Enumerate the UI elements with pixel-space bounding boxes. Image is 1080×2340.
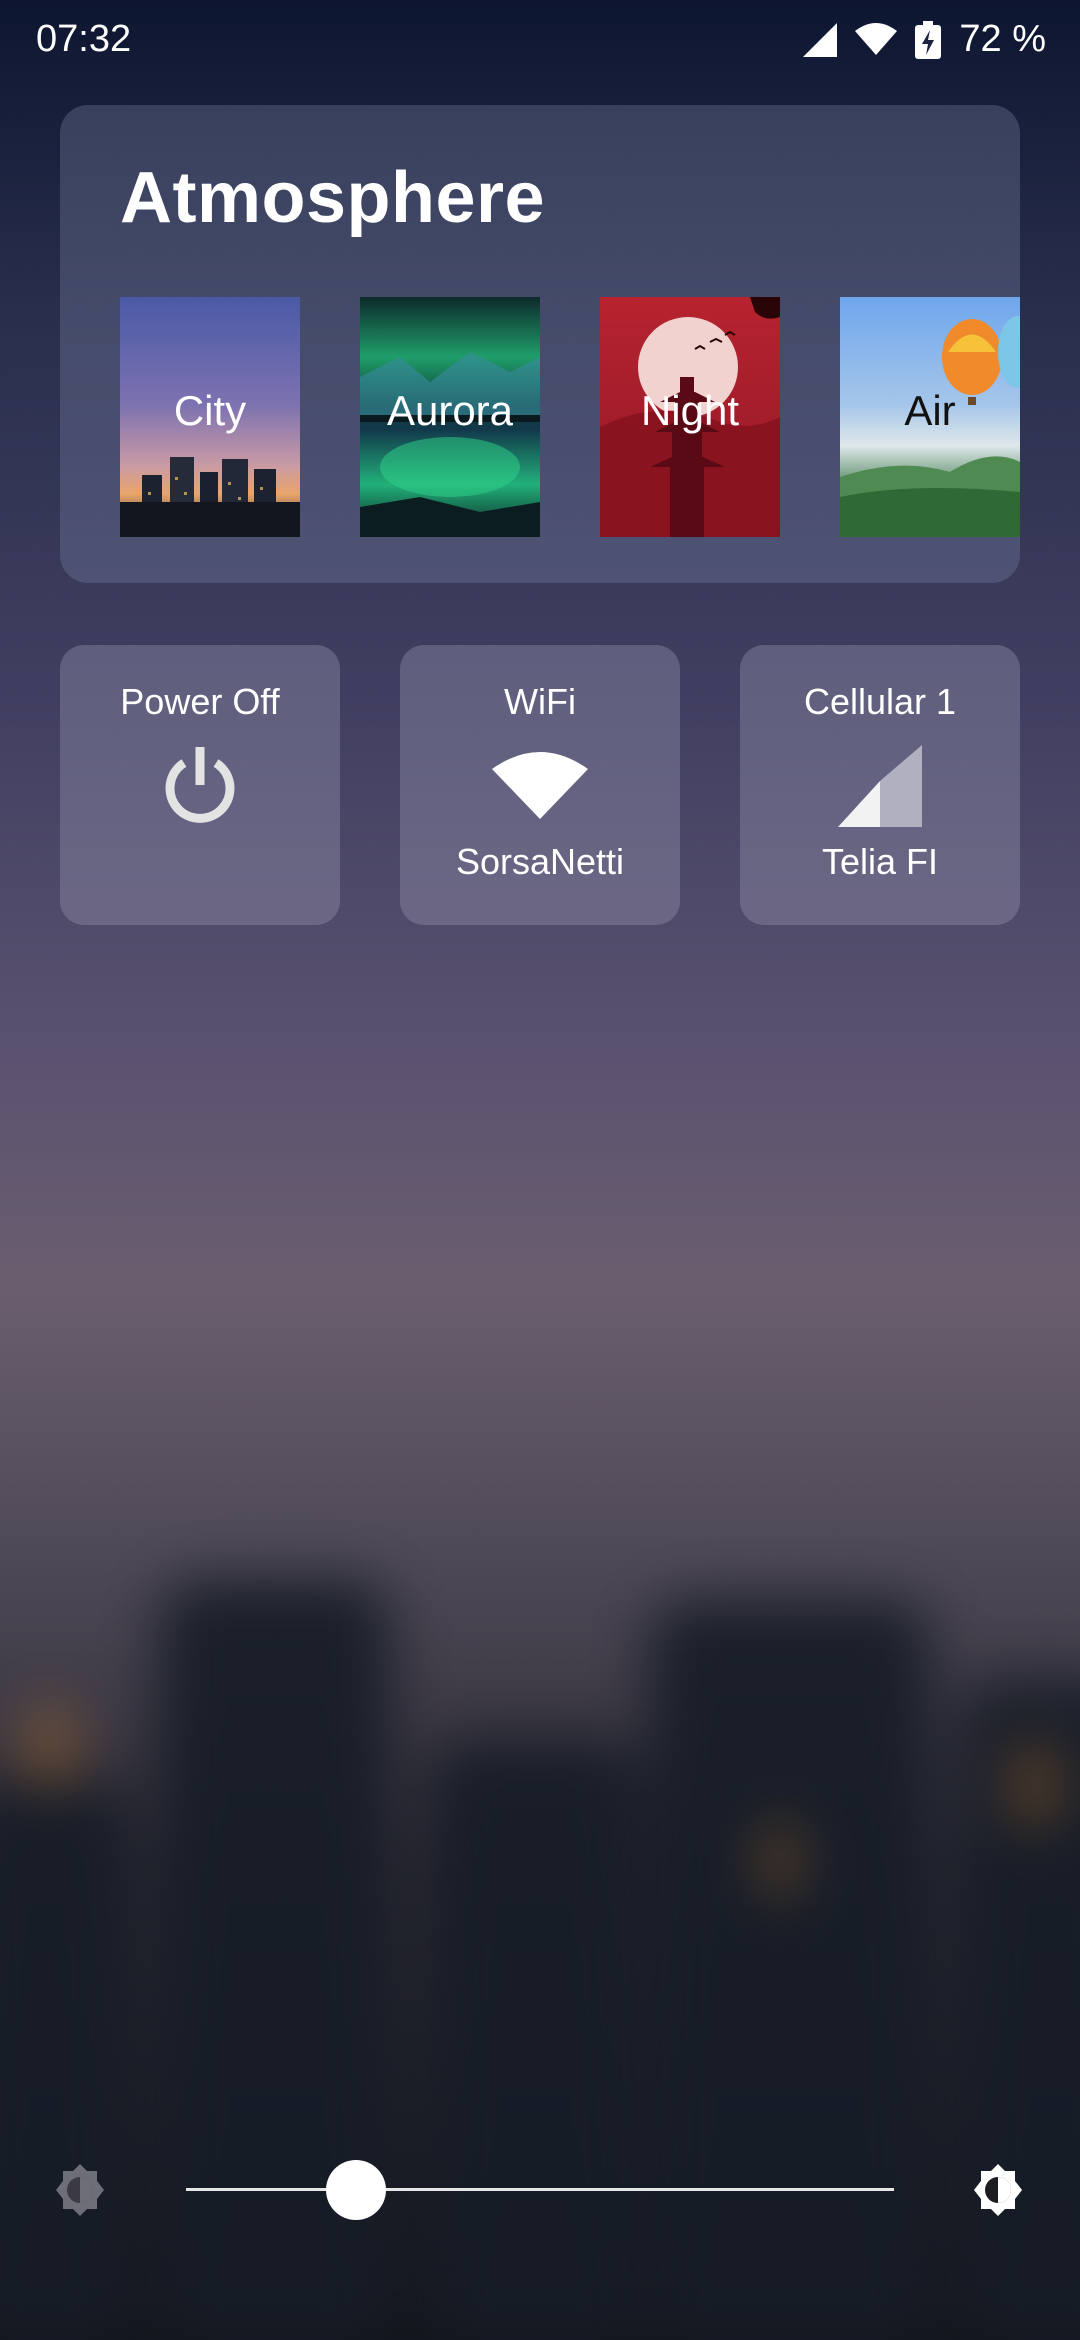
ambience-card: Atmosphere City Aurora Night Air xyxy=(60,105,1020,583)
cellular-label: Cellular 1 xyxy=(803,681,957,722)
brightness-slider-track[interactable] xyxy=(186,2188,894,2191)
status-bar: 07:32 72 % xyxy=(0,0,1080,84)
ambience-tile-air[interactable]: Air xyxy=(840,297,1020,537)
brightness-control xyxy=(0,2150,1080,2230)
cellular-signal-icon xyxy=(838,745,922,832)
cellular-operator: Telia FI xyxy=(821,841,939,882)
power-off-toggle[interactable]: Power Off xyxy=(60,645,340,925)
ambience-label: Night xyxy=(640,387,740,434)
battery-charging-icon xyxy=(915,20,942,59)
ambience-list[interactable]: City Aurora Night Air xyxy=(120,297,1020,537)
wifi-label: WiFi xyxy=(504,681,576,722)
brightness-high-icon[interactable] xyxy=(970,2162,1026,2223)
ambience-label: Air xyxy=(904,387,956,434)
ambience-tile-aurora[interactable]: Aurora xyxy=(360,297,540,537)
wifi-icon xyxy=(855,22,898,57)
cellular-signal-icon xyxy=(803,22,838,57)
status-time: 07:32 xyxy=(36,18,132,60)
brightness-slider-thumb[interactable] xyxy=(325,2160,386,2220)
ambience-label: City xyxy=(173,387,247,434)
ambience-title: Atmosphere xyxy=(120,158,546,238)
wifi-network-name: SorsaNetti xyxy=(455,841,625,882)
wifi-toggle[interactable]: WiFi SorsaNetti xyxy=(400,645,680,925)
power-icon xyxy=(160,745,240,830)
status-icons: 72 % xyxy=(803,18,1046,61)
brightness-low-icon[interactable] xyxy=(52,2162,108,2223)
wifi-icon xyxy=(492,749,588,826)
power-off-label: Power Off xyxy=(120,681,280,722)
ambience-tile-night[interactable]: Night xyxy=(600,297,780,537)
cellular-toggle[interactable]: Cellular 1 Telia FI xyxy=(740,645,1020,925)
ambience-tile-city[interactable]: City xyxy=(120,297,300,537)
battery-percentage: 72 % xyxy=(959,18,1046,60)
ambience-label: Aurora xyxy=(386,387,514,434)
